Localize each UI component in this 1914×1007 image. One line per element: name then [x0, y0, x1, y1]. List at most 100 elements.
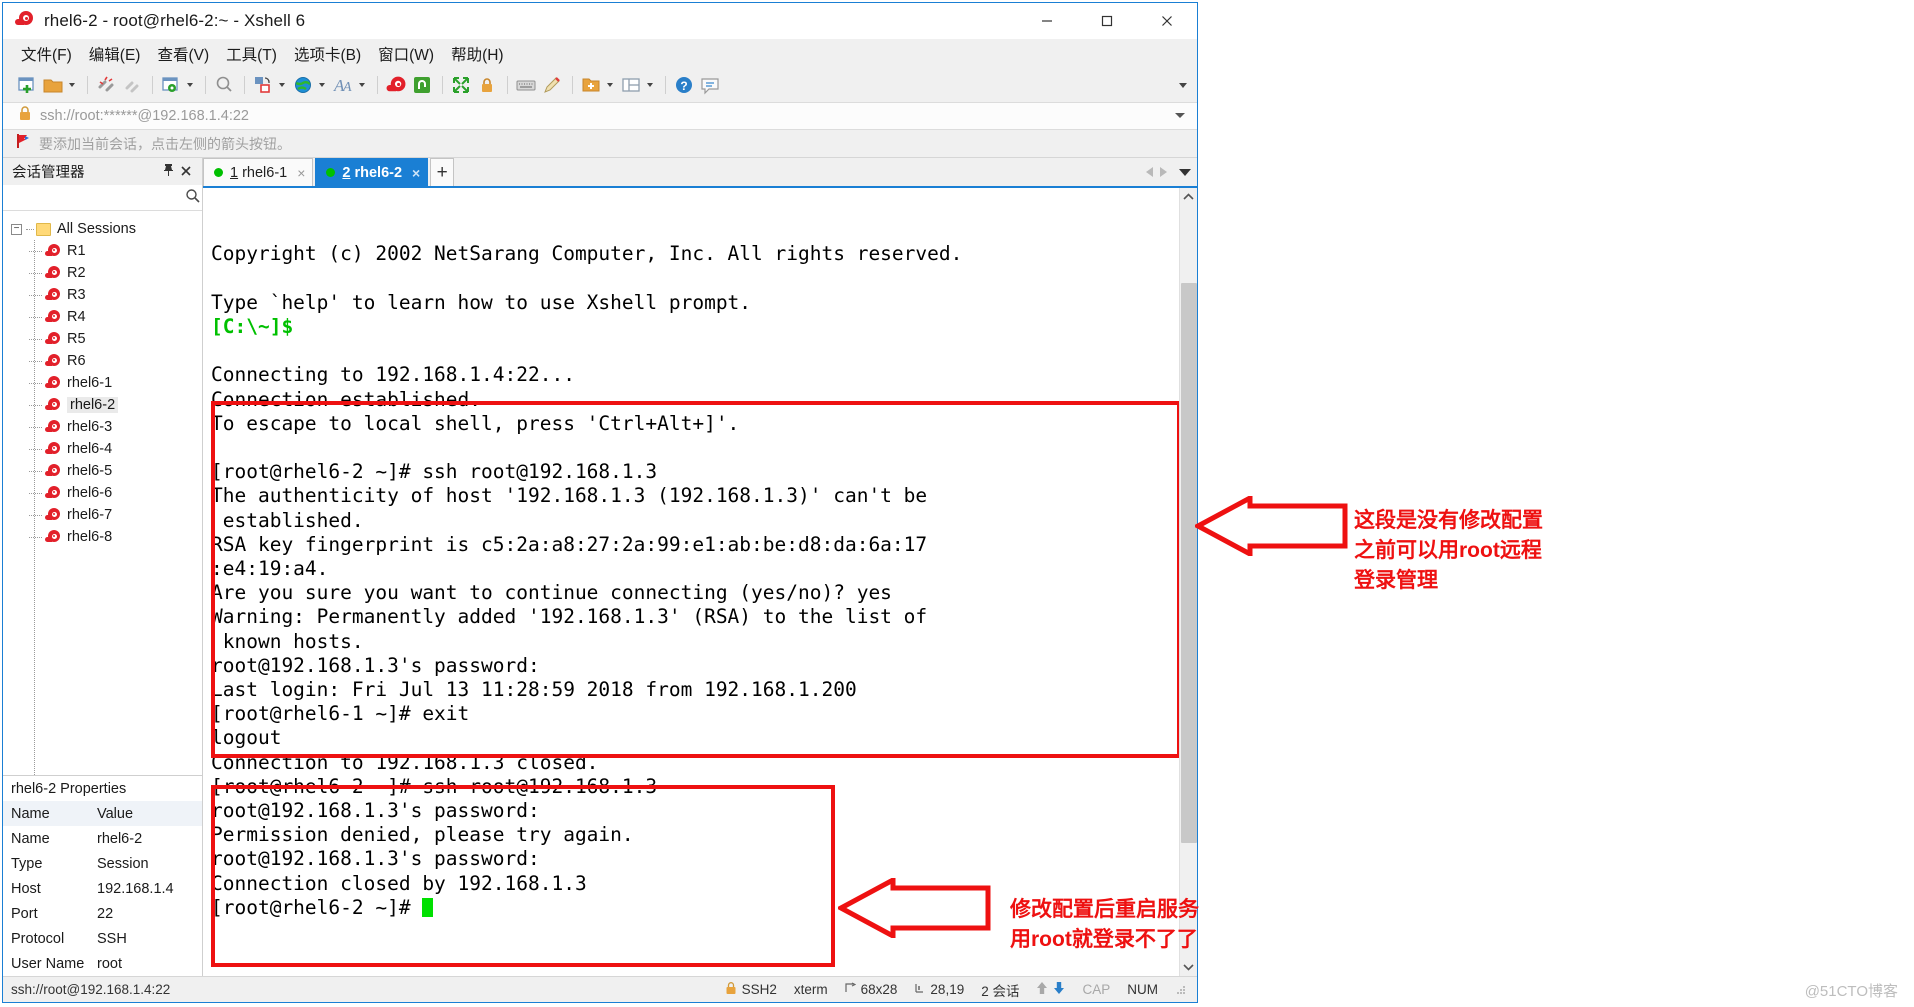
file-transfer-icon[interactable] — [251, 73, 275, 97]
layout-icon[interactable] — [619, 73, 643, 97]
session-item-R4[interactable]: R4 — [3, 306, 202, 328]
session-item-R2[interactable]: R2 — [3, 262, 202, 284]
xftp-icon[interactable] — [410, 73, 434, 97]
property-value: 192.168.1.4 — [97, 880, 174, 897]
tab-close-icon[interactable]: × — [297, 165, 305, 181]
session-item-list: R1 R2 R3 R4 R5 R6 rhel6-1 rhel6-2 rhel6-3 rhel6-4… — [3, 240, 202, 548]
status-terminal-type: xterm — [793, 982, 828, 997]
session-item-label: R2 — [67, 265, 86, 281]
left-arrow-icon — [838, 878, 991, 938]
terminal-line: Copyright (c) 2002 NetSarang Computer, I… — [211, 242, 963, 266]
tree-branch-line — [29, 294, 42, 296]
session-item-rhel6-5[interactable]: rhel6-5 — [3, 460, 202, 482]
search-icon[interactable] — [212, 73, 236, 97]
tab-close-icon[interactable]: × — [412, 165, 420, 181]
terminal-scrollbar[interactable] — [1179, 188, 1197, 976]
cursor-icon — [914, 982, 925, 997]
tree-branch-line — [29, 360, 42, 362]
tree-root-all-sessions[interactable]: − All Sessions — [3, 218, 202, 240]
chevron-down-icon[interactable] — [1175, 113, 1185, 119]
session-snail-icon — [45, 310, 61, 324]
open-folder-icon[interactable] — [41, 73, 65, 97]
maximize-icon[interactable] — [1077, 3, 1137, 39]
new-session-icon[interactable] — [15, 73, 39, 97]
status-bar: ssh://root@192.168.1.4:22 SSH2 xterm 68x… — [3, 976, 1197, 1002]
feedback-icon[interactable] — [698, 73, 722, 97]
layout-dropdown-icon[interactable] — [645, 74, 655, 96]
session-item-label: rhel6-8 — [67, 529, 113, 545]
open-folder-dropdown-icon[interactable] — [67, 74, 77, 96]
menu-view[interactable]: 查看(V) — [157, 43, 209, 65]
terminal-line: known hosts. — [211, 629, 364, 653]
new-folder-dropdown-icon[interactable] — [605, 74, 615, 96]
tab-rhel6-1[interactable]: 1 rhel6-1 × — [203, 158, 314, 186]
tab-label: rhel6-1 — [242, 164, 288, 181]
property-name: User Name — [11, 955, 85, 972]
session-item-label: rhel6-7 — [67, 507, 113, 523]
menu-tabs[interactable]: 选项卡(B) — [294, 43, 361, 65]
close-icon[interactable] — [177, 164, 195, 180]
terminal-line: Connection established. — [211, 387, 482, 411]
help-icon[interactable]: ? — [672, 73, 696, 97]
reconnect-icon[interactable] — [120, 73, 144, 97]
font-dropdown-icon[interactable] — [357, 74, 367, 96]
font-icon[interactable]: A A — [331, 73, 355, 97]
collapse-icon[interactable]: − — [11, 223, 22, 235]
xshell-snail-icon[interactable] — [384, 73, 408, 97]
session-item-R5[interactable]: R5 — [3, 328, 202, 350]
close-icon[interactable] — [1137, 3, 1197, 39]
scroll-down-icon[interactable] — [1180, 958, 1198, 976]
menu-file[interactable]: 文件(F) — [21, 43, 72, 65]
search-input[interactable] — [9, 190, 185, 205]
new-tab-button[interactable]: + — [430, 158, 455, 186]
scroll-up-icon[interactable] — [1180, 188, 1198, 206]
session-item-rhel6-7[interactable]: rhel6-7 — [3, 504, 202, 526]
session-item-R3[interactable]: R3 — [3, 284, 202, 306]
globe-icon[interactable] — [291, 73, 315, 97]
tab-rhel6-2[interactable]: 2 rhel6-2 × — [315, 158, 429, 186]
session-item-rhel6-8[interactable]: rhel6-8 — [3, 526, 202, 548]
lock-icon[interactable] — [475, 73, 499, 97]
tab-scroll-right-icon[interactable] — [1160, 167, 1167, 177]
terminal-panel: 1 rhel6-1 × 2 rhel6-2 × + Copyright (c) … — [203, 158, 1197, 976]
tab-scroll-left-icon[interactable] — [1146, 167, 1153, 177]
globe-dropdown-icon[interactable] — [317, 74, 327, 96]
tab-list-dropdown-icon[interactable] — [1179, 168, 1191, 176]
menu-tools[interactable]: 工具(T) — [226, 43, 277, 65]
session-item-rhel6-6[interactable]: rhel6-6 — [3, 482, 202, 504]
new-folder-icon[interactable] — [579, 73, 603, 97]
annotation-line: 之前可以用root远程 — [1354, 539, 1542, 562]
session-item-R6[interactable]: R6 — [3, 350, 202, 372]
session-manager-panel: 会话管理器 − All Sessions R1 R2 R3 R4 R5 R6 r… — [3, 158, 203, 976]
properties-row: Port 22 — [3, 901, 202, 926]
window-controls — [1017, 3, 1197, 39]
pin-icon[interactable] — [159, 163, 177, 180]
session-item-R1[interactable]: R1 — [3, 240, 202, 262]
session-properties-dropdown-icon[interactable] — [185, 74, 195, 96]
session-properties-icon[interactable] — [159, 73, 183, 97]
fullscreen-icon[interactable] — [449, 73, 473, 97]
address-bar[interactable]: ssh://root:******@192.168.1.4:22 — [3, 102, 1197, 130]
property-name: Host — [11, 880, 41, 897]
search-icon[interactable] — [185, 188, 200, 208]
toolbar-overflow-icon[interactable] — [1179, 80, 1189, 90]
screenshot-root: rhel6-2 - root@rhel6-2:~ - Xshell 6 文件(F… — [0, 0, 1914, 1007]
session-item-rhel6-1[interactable]: rhel6-1 — [3, 372, 202, 394]
compose-icon[interactable] — [540, 73, 564, 97]
annotation-before-config: 这段是没有修改配置 之前可以用root远程 登录管理 — [1354, 506, 1543, 596]
session-item-rhel6-3[interactable]: rhel6-3 — [3, 416, 202, 438]
resize-grip-icon[interactable] — [1175, 984, 1187, 996]
scrollbar-thumb[interactable] — [1181, 283, 1197, 843]
tree-branch-line — [29, 426, 42, 428]
minimize-icon[interactable] — [1017, 3, 1077, 39]
menu-window[interactable]: 窗口(W) — [378, 43, 434, 65]
terminal-output[interactable]: Copyright (c) 2002 NetSarang Computer, I… — [203, 188, 1179, 976]
keyboard-icon[interactable] — [514, 73, 538, 97]
disconnect-icon[interactable] — [94, 73, 118, 97]
session-item-rhel6-2[interactable]: rhel6-2 — [3, 394, 202, 416]
terminal-line: Connecting to 192.168.1.4:22... — [211, 363, 575, 387]
session-item-rhel6-4[interactable]: rhel6-4 — [3, 438, 202, 460]
menu-help[interactable]: 帮助(H) — [451, 43, 504, 65]
file-transfer-dropdown-icon[interactable] — [277, 74, 287, 96]
menu-edit[interactable]: 编辑(E) — [89, 43, 141, 65]
